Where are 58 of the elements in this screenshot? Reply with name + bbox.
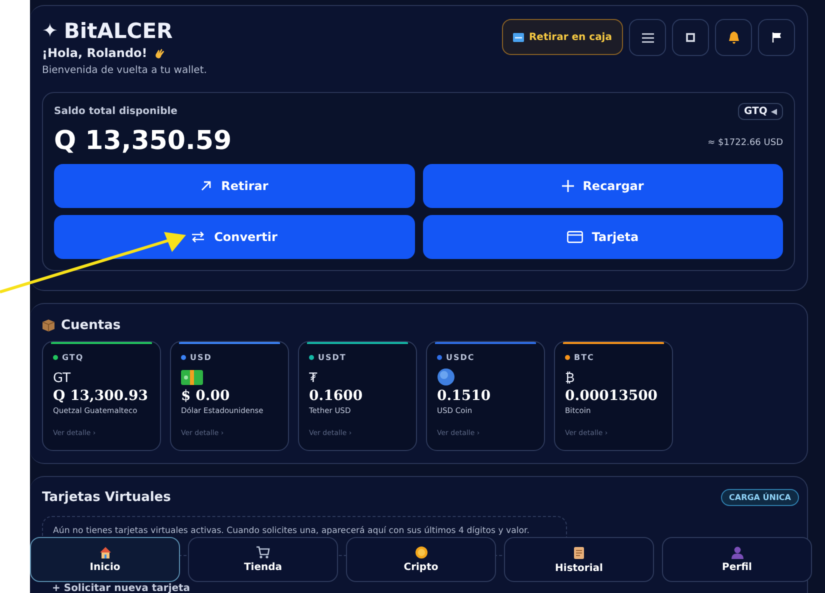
atm-icon xyxy=(512,32,524,42)
menu-button[interactable] xyxy=(629,19,666,56)
currency-code: USDC xyxy=(446,353,475,362)
account-amount: $ 0.00 xyxy=(181,388,231,404)
logo-mark: ✦ xyxy=(42,20,58,42)
action-button[interactable]: Tarjeta xyxy=(422,215,783,259)
currency-code: USD xyxy=(190,353,212,362)
currency-code: BTC xyxy=(574,353,594,362)
action-button[interactable]: Recargar xyxy=(422,164,783,208)
empty-state-text: Aún no tienes tarjetas virtuales activas. Cuando solicites una, aparecerá aquí con sus últimos 4 dígitos y valor. xyxy=(53,526,531,536)
card-icon xyxy=(566,231,583,243)
nav-tab[interactable]: Cripto xyxy=(346,537,496,582)
single-load-badge: CARGA ÚNICA xyxy=(721,489,799,506)
balance-amount: Q 13,350.59 xyxy=(54,126,232,156)
currency-code: GTQ xyxy=(62,353,84,362)
nav-tab[interactable]: Perfil xyxy=(662,537,812,582)
plus-icon xyxy=(562,180,574,192)
package-icon xyxy=(42,319,55,332)
house-icon xyxy=(98,546,112,559)
nav-tab[interactable]: Inicio xyxy=(30,537,180,582)
menu-icon xyxy=(642,32,654,42)
welcome-text: Bienvenida de vuelta a tu wallet. xyxy=(42,65,207,76)
nav-tab[interactable]: Tienda xyxy=(188,537,338,582)
currency-symbol: ₮ xyxy=(309,371,318,386)
scroll-icon xyxy=(573,546,585,560)
square-icon xyxy=(686,33,695,42)
section-title: Tarjetas Virtuales xyxy=(42,490,171,505)
banknote-icon xyxy=(181,369,203,386)
brand-name: BitALCER xyxy=(64,19,173,43)
hand-icon xyxy=(153,46,166,60)
currency-symbol: GT xyxy=(53,371,71,386)
square-button[interactable] xyxy=(672,19,709,56)
action-button[interactable]: Retirar xyxy=(54,164,414,208)
currency-symbol: ₿ xyxy=(565,370,575,386)
flag-icon xyxy=(772,32,782,43)
section-title: Cuentas xyxy=(61,318,121,333)
action-button[interactable]: Convertir xyxy=(54,215,414,259)
arrow-up-right-icon xyxy=(200,180,212,192)
currency-code: USDT xyxy=(318,353,346,362)
account-amount: 0.1600 xyxy=(309,388,364,404)
account-amount: 0.00013500 xyxy=(565,388,659,404)
person-icon xyxy=(730,546,744,559)
account-amount: 0.1510 xyxy=(437,388,492,404)
account-amount: Q 13,300.93 xyxy=(53,388,149,404)
currency-selector[interactable]: GTQ ◀ xyxy=(738,103,783,120)
coin-icon xyxy=(437,368,455,386)
flag-button[interactable] xyxy=(758,19,795,56)
notifications-button[interactable] xyxy=(715,19,752,56)
usd-equivalent: ≈ $1722.66 USD xyxy=(708,138,783,148)
bell-icon xyxy=(728,31,740,44)
cart-icon xyxy=(256,546,270,559)
coin-icon xyxy=(414,546,428,559)
nav-tab[interactable]: Historial xyxy=(504,537,654,582)
swap-icon xyxy=(191,231,206,243)
request-card-button[interactable]: + Solicitar nueva tarjeta xyxy=(42,584,190,593)
cash-withdraw-button[interactable]: Retirar en caja xyxy=(502,19,623,55)
greeting: ¡Hola, Rolando! xyxy=(42,46,148,60)
balance-label: Saldo total disponible xyxy=(54,106,178,117)
